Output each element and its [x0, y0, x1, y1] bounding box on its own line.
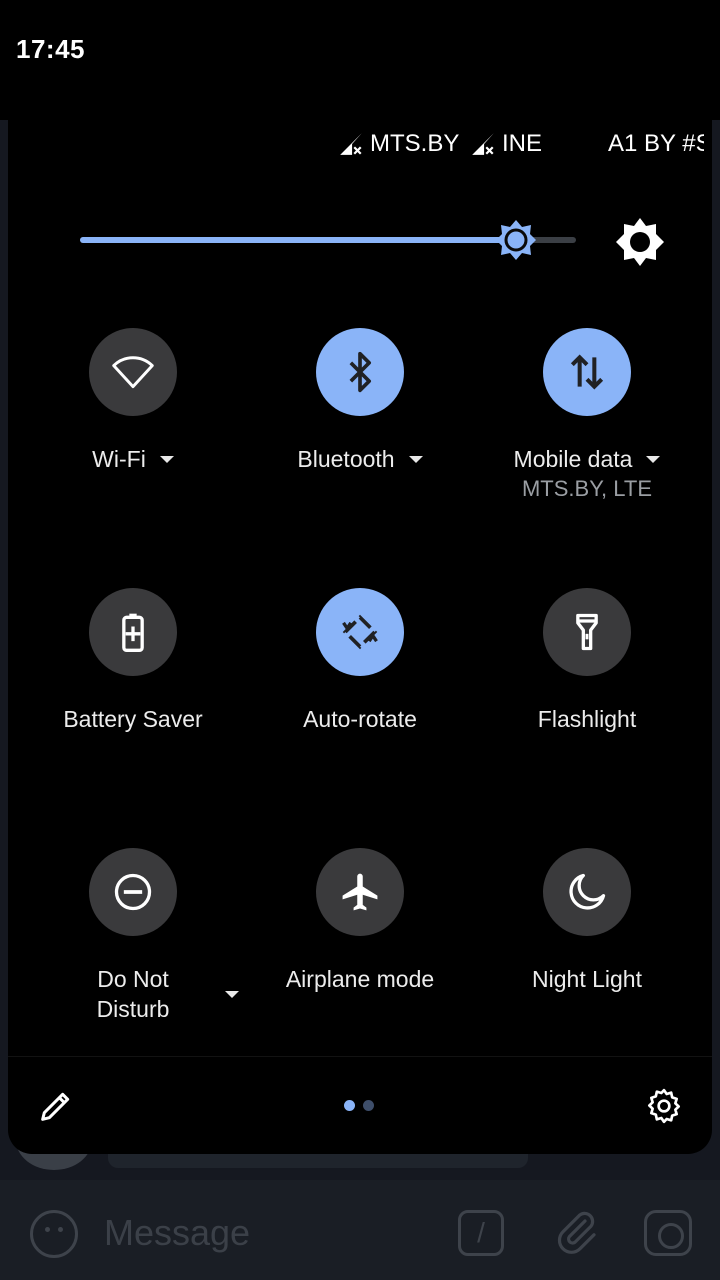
carrier-name: A1 BY #S [608, 130, 704, 157]
battery-saver-icon [122, 613, 144, 652]
no-signal-icon [472, 133, 494, 155]
tile-label: Flashlight [537, 706, 637, 732]
carrier-name: INE [502, 130, 543, 157]
do-not-disturb-icon [114, 873, 152, 911]
tile-label: Airplane mode [285, 966, 435, 992]
auto-rotate-icon [342, 614, 378, 650]
tile-label: Wi-Fi [92, 446, 146, 472]
page-dot [344, 1100, 355, 1111]
carrier-mts: MTS.BY [338, 130, 459, 158]
tile-label: Do Not Disturb [96, 966, 170, 1022]
brightness-icon[interactable] [614, 216, 666, 268]
flashlight-toggle[interactable] [543, 588, 631, 676]
tile-flashlight[interactable]: Flashlight [474, 588, 700, 734]
brightness-slider[interactable] [80, 220, 580, 260]
chevron-down-icon[interactable] [646, 455, 661, 463]
tile-wifi[interactable]: Wi-Fi [20, 328, 246, 474]
tile-do-not-disturb[interactable]: Do Not Disturb [20, 848, 246, 1024]
night-light-toggle[interactable] [543, 848, 631, 936]
night-light-icon [569, 873, 606, 910]
tile-label: Night Light [532, 966, 642, 992]
wifi-toggle[interactable] [89, 328, 177, 416]
page-dot [363, 1100, 374, 1111]
bluetooth-icon [349, 351, 371, 393]
tile-night-light[interactable]: Night Light [474, 848, 700, 994]
gear-icon[interactable] [644, 1086, 684, 1126]
tile-sublabel: MTS.BY, LTE [521, 476, 652, 501]
carrier-name: MTS.BY [370, 130, 460, 157]
bot-command-icon: / [458, 1210, 504, 1256]
flashlight-icon [576, 613, 598, 651]
chevron-down-icon[interactable] [159, 455, 174, 463]
brightness-thumb-icon[interactable] [495, 219, 537, 261]
tile-label: Bluetooth [297, 446, 395, 472]
status-clock: 17:45 [16, 34, 85, 64]
tile-bluetooth[interactable]: Bluetooth [247, 328, 473, 474]
edit-icon[interactable] [36, 1086, 76, 1126]
tile-label: Battery Saver [63, 706, 203, 732]
auto-rotate-toggle[interactable] [316, 588, 404, 676]
carrier-ine: INE [470, 130, 542, 158]
chevron-down-icon[interactable] [225, 991, 239, 998]
message-input: Message [104, 1212, 251, 1253]
tile-label: Mobile data [513, 446, 633, 472]
battery-saver-toggle[interactable] [89, 588, 177, 676]
footer-divider [8, 1056, 712, 1057]
airplane-mode-toggle[interactable] [316, 848, 404, 936]
attach-icon [557, 1211, 596, 1254]
wifi-icon [112, 356, 154, 389]
camera-icon [644, 1210, 692, 1256]
mobile-data-toggle[interactable] [543, 328, 631, 416]
tile-label: Auto-rotate [303, 706, 417, 732]
bluetooth-toggle[interactable] [316, 328, 404, 416]
chevron-down-icon[interactable] [408, 455, 423, 463]
airplane-icon [342, 873, 378, 911]
tile-airplane-mode[interactable]: Airplane mode [247, 848, 473, 994]
carrier-row: MTS.BY INE A1 BY #S [0, 130, 720, 162]
carrier-a1: A1 BY #S [608, 130, 704, 158]
brightness-fill [80, 237, 517, 243]
tile-battery-saver[interactable]: Battery Saver [20, 588, 246, 734]
tile-mobile-data[interactable]: Mobile data MTS.BY, LTE [474, 328, 700, 502]
emoji-icon [30, 1210, 78, 1258]
message-composer: Message / [0, 1180, 720, 1280]
mobile-data-icon [570, 354, 604, 390]
tile-auto-rotate[interactable]: Auto-rotate [247, 588, 473, 734]
no-signal-icon [340, 133, 362, 155]
page-indicator [344, 1100, 374, 1111]
do-not-disturb-toggle[interactable] [89, 848, 177, 936]
